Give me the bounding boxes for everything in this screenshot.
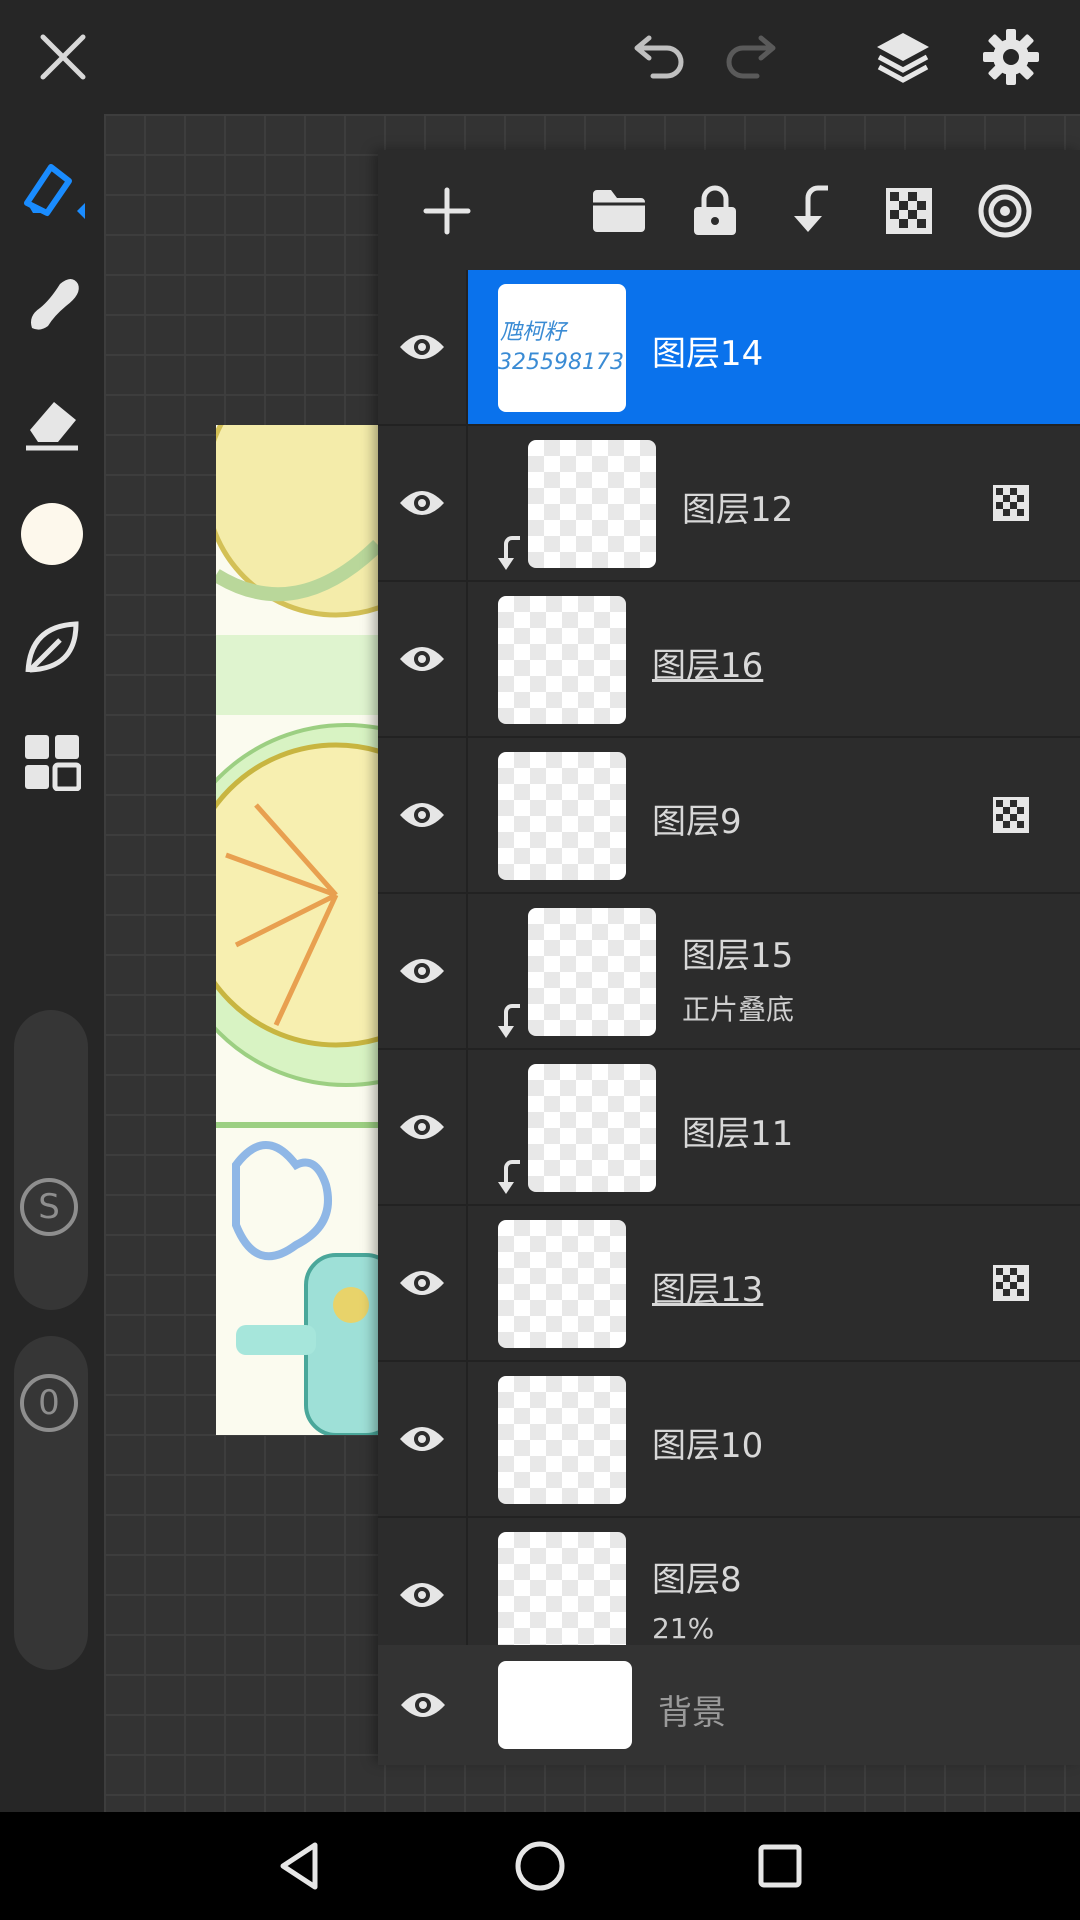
layer-row[interactable]: 图层10 xyxy=(378,1362,1080,1518)
layer-row-body[interactable]: 图层11 xyxy=(468,1050,1080,1204)
alpha-lock-icon[interactable] xyxy=(992,1264,1030,1302)
size-label: S xyxy=(38,1187,60,1227)
visibility-eye-icon[interactable] xyxy=(378,426,468,580)
opacity-label: 0 xyxy=(38,1383,60,1423)
system-nav-bar xyxy=(0,1812,1080,1920)
layer-row-body[interactable]: 图层15 正片叠底 xyxy=(468,894,1080,1048)
layer-name: 图层16 xyxy=(652,646,764,686)
visibility-eye-icon[interactable] xyxy=(378,270,468,424)
alpha-lock-icon[interactable] xyxy=(992,796,1030,834)
leaf-icon[interactable] xyxy=(16,612,88,684)
layer-row-body[interactable]: 图层9 xyxy=(468,738,1080,892)
layer-thumbnail xyxy=(498,596,626,724)
layer-thumbnail: 虺柯籽 325598173 xyxy=(498,284,626,412)
layer-name: 图层12 xyxy=(682,490,794,530)
layer-row-body[interactable]: 图层12 xyxy=(468,426,1080,580)
layer-thumbnail xyxy=(498,1220,626,1348)
clipping-mask-icon xyxy=(494,1004,524,1040)
layer-row[interactable]: 虺柯籽 325598173 图层14 xyxy=(378,270,1080,426)
eraser-icon[interactable] xyxy=(16,388,88,460)
layer-row[interactable]: 图层16 xyxy=(378,582,1080,738)
clipping-mask-icon xyxy=(494,536,524,572)
size-knob[interactable]: S xyxy=(20,1178,78,1236)
home-icon[interactable] xyxy=(510,1836,570,1896)
clipping-mask-icon xyxy=(494,1160,524,1196)
visibility-eye-icon[interactable] xyxy=(378,1645,468,1765)
layer-row-body[interactable]: 图层13 xyxy=(468,1206,1080,1360)
layer-name: 图层13 xyxy=(652,1270,764,1310)
add-layer-icon[interactable] xyxy=(412,176,482,246)
layer-row-body[interactable]: 图层10 xyxy=(468,1362,1080,1516)
layer-row[interactable]: 图层9 xyxy=(378,738,1080,894)
layer-row[interactable]: 图层12 xyxy=(378,426,1080,582)
gear-icon[interactable] xyxy=(976,22,1046,92)
layer-name: 图层15 xyxy=(682,936,794,976)
color-swatch[interactable] xyxy=(16,498,88,570)
layers-icon[interactable] xyxy=(868,22,938,92)
layer-row-body[interactable]: 图层16 xyxy=(468,582,1080,736)
thumbnail-text: 325598173 xyxy=(498,350,624,375)
layer-row[interactable]: 图层11 xyxy=(378,1050,1080,1206)
undo-icon[interactable] xyxy=(622,22,692,92)
background-thumbnail xyxy=(498,1661,632,1749)
background-layer-row[interactable]: 背景 xyxy=(378,1645,1080,1765)
visibility-eye-icon[interactable] xyxy=(378,582,468,736)
artwork-preview xyxy=(216,425,378,1435)
visibility-eye-icon[interactable] xyxy=(378,1362,468,1516)
thumbnail-text: 虺柯籽 xyxy=(500,320,567,345)
recents-icon[interactable] xyxy=(750,1836,810,1896)
alpha-lock-icon[interactable] xyxy=(874,176,944,246)
smudge-icon[interactable] xyxy=(16,268,88,340)
layer-blend-info: 21% xyxy=(652,1612,715,1645)
target-icon[interactable] xyxy=(970,176,1040,246)
grid-icon[interactable] xyxy=(16,726,88,798)
redo-icon[interactable] xyxy=(718,22,788,92)
layer-name: 图层8 xyxy=(652,1560,742,1600)
layers-panel: 虺柯籽 325598173 图层14 图层12 图层16 图层9 图层15 正片叠底图层11 图… xyxy=(378,150,1080,1765)
visibility-eye-icon[interactable] xyxy=(378,738,468,892)
close-icon[interactable] xyxy=(28,22,98,92)
brush-opacity-slider[interactable]: 0 xyxy=(14,1336,88,1670)
layer-name: 图层10 xyxy=(652,1426,764,1466)
folder-icon[interactable] xyxy=(584,176,654,246)
layer-row[interactable]: 图层13 xyxy=(378,1206,1080,1362)
alpha-lock-icon[interactable] xyxy=(992,484,1030,522)
layer-thumbnail xyxy=(498,752,626,880)
app-root: S 0 虺柯籽 325598173 图层14 图层12 图层16 图层9 图层1… xyxy=(0,0,1080,1920)
merge-down-icon[interactable] xyxy=(776,176,846,246)
top-bar xyxy=(0,0,1080,114)
layer-row-body[interactable]: 虺柯籽 325598173 图层14 xyxy=(468,270,1080,424)
layer-name: 图层11 xyxy=(682,1114,794,1154)
brush-size-slider[interactable]: S xyxy=(14,1010,88,1310)
opacity-knob[interactable]: 0 xyxy=(20,1374,78,1432)
layer-name: 图层14 xyxy=(652,334,764,374)
layer-thumbnail xyxy=(528,908,656,1036)
layer-row[interactable]: 图层15 正片叠底 xyxy=(378,894,1080,1050)
visibility-eye-icon[interactable] xyxy=(378,1206,468,1360)
layer-thumbnail xyxy=(528,1064,656,1192)
visibility-eye-icon[interactable] xyxy=(378,894,468,1048)
layers-toolbar xyxy=(378,150,1080,270)
layer-blend-info: 正片叠底 xyxy=(682,993,795,1026)
layer-thumbnail xyxy=(528,440,656,568)
brush-icon[interactable] xyxy=(16,152,88,224)
back-icon[interactable] xyxy=(270,1836,330,1896)
layer-name: 图层9 xyxy=(652,802,742,842)
lock-icon[interactable] xyxy=(680,176,750,246)
visibility-eye-icon[interactable] xyxy=(378,1050,468,1204)
layer-thumbnail xyxy=(498,1532,626,1660)
layer-thumbnail xyxy=(498,1376,626,1504)
background-layer-name: 背景 xyxy=(658,1693,726,1733)
